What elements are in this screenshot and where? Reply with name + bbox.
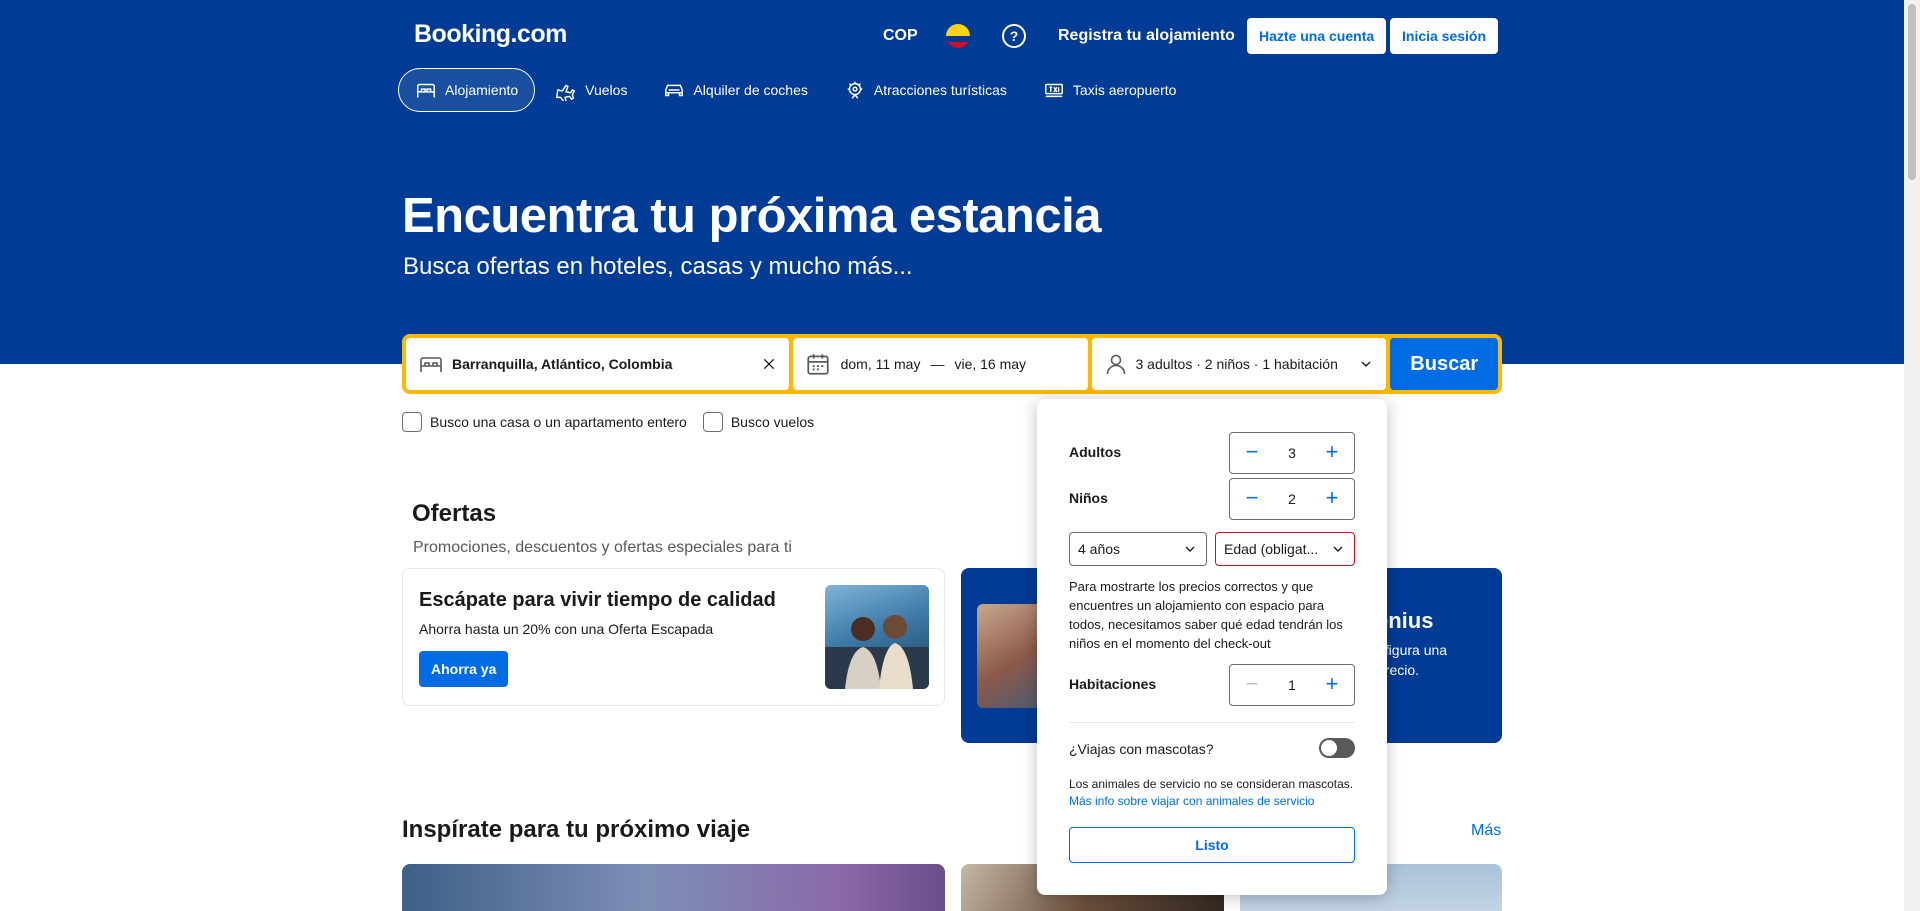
hero-title: Encuentra tu próxima estancia [402, 189, 1101, 243]
card-text: Ahorra hasta un 20% con una Oferta Escap… [419, 621, 714, 637]
list-property-link[interactable]: Registra tu alojamiento [1058, 27, 1235, 45]
hero-banner: Booking.com COP ? Registra tu alojamient… [0, 0, 1904, 364]
page-scrollbar[interactable] [1904, 0, 1920, 911]
children-label: Niños [1069, 490, 1108, 506]
tab-label: Alquiler de coches [693, 82, 808, 98]
offers-title: Ofertas [412, 500, 497, 527]
rooms-plus-button[interactable]: + [1320, 673, 1344, 697]
rooms-stepper: − 1 + [1229, 664, 1355, 706]
adults-plus-button[interactable]: + [1320, 441, 1344, 465]
pets-label: ¿Viajas con mascotas? [1069, 741, 1214, 757]
bed-icon [417, 83, 435, 98]
children-age-note: Para mostrarte los precios correctos y q… [1069, 579, 1343, 651]
occupancy-popup: Adultos − 3 + Niños − 2 + 4 años Edad (o… [1037, 399, 1387, 895]
genius-text-line: precio. [1377, 662, 1420, 678]
flights-checkbox[interactable]: Busco vuelos [702, 412, 815, 432]
destination-value: Barranquilla, Atlántico, Colombia [452, 356, 673, 372]
person-icon [1106, 354, 1125, 375]
colombia-flag-icon[interactable] [946, 24, 970, 48]
car-icon [665, 84, 684, 97]
currency-selector[interactable]: COP [883, 27, 918, 45]
product-nav: Alojamiento Vuelos Alquiler de coches At… [398, 68, 1196, 112]
checkbox-box[interactable] [702, 412, 723, 432]
taxi-icon [1044, 83, 1063, 98]
pets-info: Los animales de servicio no se considera… [1069, 777, 1354, 791]
pets-toggle[interactable] [1319, 738, 1355, 758]
destination-tile[interactable] [402, 864, 945, 911]
checkin-date: dom, 11 may [840, 356, 921, 372]
adults-value: 3 [1288, 445, 1296, 461]
adults-label: Adultos [1069, 444, 1122, 460]
inspire-title: Inspírate para tu próximo viaje [402, 816, 751, 843]
chevron-down-icon [1185, 546, 1195, 552]
search-bar: Barranquilla, Atlántico, Colombia dom, 1… [402, 334, 1502, 394]
tab-label: Vuelos [585, 82, 628, 98]
checkbox-label: Busco una casa o un apartamento entero [430, 414, 687, 430]
signup-button[interactable]: Hazte una cuenta [1247, 18, 1387, 54]
signin-button[interactable]: Inicia sesión [1390, 18, 1499, 54]
genius-text: nfigura una precio. [1377, 640, 1447, 680]
chevron-down-icon [1361, 361, 1371, 367]
child-age-value: 4 años [1078, 541, 1121, 557]
rooms-minus-button[interactable]: − [1240, 673, 1264, 697]
date-separator: — [930, 356, 945, 372]
attractions-icon [847, 81, 863, 99]
occupancy-field[interactable]: 3 adultos · 2 niños · 1 habitación [1091, 338, 1387, 390]
booking-logo[interactable]: Booking.com [414, 20, 567, 49]
tab-label: Alojamiento [445, 82, 519, 98]
toggle-knob [1321, 740, 1337, 756]
rooms-label: Habitaciones [1069, 676, 1157, 692]
child-age-select-1[interactable]: 4 años [1069, 532, 1207, 566]
tab-label: Taxis aeropuerto [1072, 82, 1177, 98]
scrollbar-thumb[interactable] [1908, 4, 1916, 180]
help-icon[interactable]: ? [1002, 24, 1026, 48]
child-age-value: Edad (obligat... [1224, 541, 1319, 557]
done-button[interactable]: Listo [1069, 827, 1355, 863]
calendar-icon [806, 354, 829, 375]
tab-coches[interactable]: Alquiler de coches [647, 68, 823, 112]
tab-vuelos[interactable]: Vuelos [539, 68, 643, 112]
children-minus-button[interactable]: − [1240, 487, 1264, 511]
checkbox-label: Busco vuelos [730, 414, 815, 430]
bed-icon [420, 357, 442, 372]
tab-taxis[interactable]: Taxis aeropuerto [1027, 68, 1193, 112]
search-button[interactable]: Buscar [1390, 338, 1498, 390]
tab-atracciones[interactable]: Atracciones turísticas [828, 68, 1023, 112]
dates-field[interactable]: dom, 11 may — vie, 16 may [792, 338, 1088, 390]
entire-home-checkbox[interactable]: Busco una casa o un apartamento entero [402, 412, 687, 432]
children-stepper: − 2 + [1229, 478, 1355, 520]
children-value: 2 [1288, 491, 1296, 507]
search-options: Busco una casa o un apartamento entero B… [402, 412, 814, 432]
genius-text-line: nfigura una [1377, 642, 1448, 658]
divider [1069, 722, 1355, 723]
adults-stepper: − 3 + [1229, 432, 1355, 474]
chevron-down-icon [1333, 546, 1343, 552]
rooms-value: 1 [1288, 677, 1296, 693]
children-plus-button[interactable]: + [1320, 487, 1344, 511]
more-link[interactable]: Más [1471, 822, 1501, 840]
offers-subtitle: Promociones, descuentos y ofertas especi… [413, 539, 792, 556]
checkbox-box[interactable] [402, 412, 422, 432]
adults-minus-button[interactable]: − [1240, 441, 1264, 465]
hero-subtitle: Busca ofertas en hoteles, casas y mucho … [403, 253, 913, 280]
tab-alojamiento[interactable]: Alojamiento [398, 68, 536, 112]
checkout-date: vie, 16 may [954, 356, 1027, 372]
clear-icon[interactable] [761, 356, 777, 372]
tab-label: Atracciones turísticas [873, 82, 1007, 98]
occupancy-value: 3 adultos · 2 niños · 1 habitación [1135, 356, 1338, 372]
card-title: Escápate para vivir tiempo de calidad [419, 589, 776, 611]
couple-photo [825, 585, 929, 689]
getaway-offer-card[interactable]: Escápate para vivir tiempo de calidad Ah… [402, 568, 945, 706]
service-animals-link[interactable]: Más info sobre viajar con animales de se… [1069, 794, 1314, 808]
destination-field[interactable]: Barranquilla, Atlántico, Colombia [406, 338, 789, 390]
save-now-button[interactable]: Ahorra ya [419, 651, 509, 687]
plane-icon [556, 84, 576, 101]
child-age-select-2[interactable]: Edad (obligat... [1215, 532, 1355, 566]
